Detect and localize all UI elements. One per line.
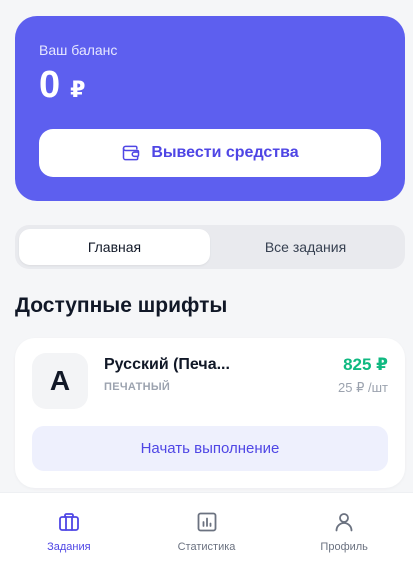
withdraw-label: Вывести средства <box>151 144 299 161</box>
font-price: 825 ₽ <box>343 355 388 374</box>
briefcase-icon <box>58 513 79 531</box>
font-card: A Русский (Печа... ПЕЧАТНЫЙ 825 ₽ 25 ₽ /… <box>15 338 405 488</box>
font-type: ПЕЧАТНЫЙ <box>104 381 171 393</box>
withdraw-button[interactable]: Вывести средства <box>39 129 381 177</box>
balance-currency: ₽ <box>70 77 86 102</box>
balance-amount: 0 ₽ <box>39 66 85 104</box>
font-rate: 25 ₽ /шт <box>338 380 388 395</box>
balance-value: 0 <box>39 64 61 106</box>
tab-switcher: Главная Все задания <box>15 225 405 269</box>
font-avatar: A <box>32 353 88 409</box>
balance-label: Ваш баланс <box>39 42 118 58</box>
nav-label-stats: Статистика <box>177 541 236 553</box>
start-task-button[interactable]: Начать выполнение <box>32 426 388 471</box>
nav-label-profile: Профиль <box>320 541 368 553</box>
nav-item-profile[interactable]: Профиль <box>275 493 413 563</box>
user-icon <box>335 513 353 532</box>
font-name: Русский (Печа... <box>104 356 230 373</box>
chart-icon <box>197 512 216 532</box>
nav-item-tasks[interactable]: Задания <box>0 493 138 563</box>
bottom-nav: Задания Статистика Профиль <box>0 492 413 563</box>
nav-item-stats[interactable]: Статистика <box>138 493 276 563</box>
tab-main[interactable]: Главная <box>19 229 210 265</box>
balance-card: Ваш баланс 0 ₽ Вывести средства <box>15 16 405 201</box>
tab-all-tasks[interactable]: Все задания <box>210 229 401 265</box>
nav-label-tasks: Задания <box>47 541 91 553</box>
wallet-icon <box>123 145 140 161</box>
section-title: Доступные шрифты <box>15 294 228 317</box>
